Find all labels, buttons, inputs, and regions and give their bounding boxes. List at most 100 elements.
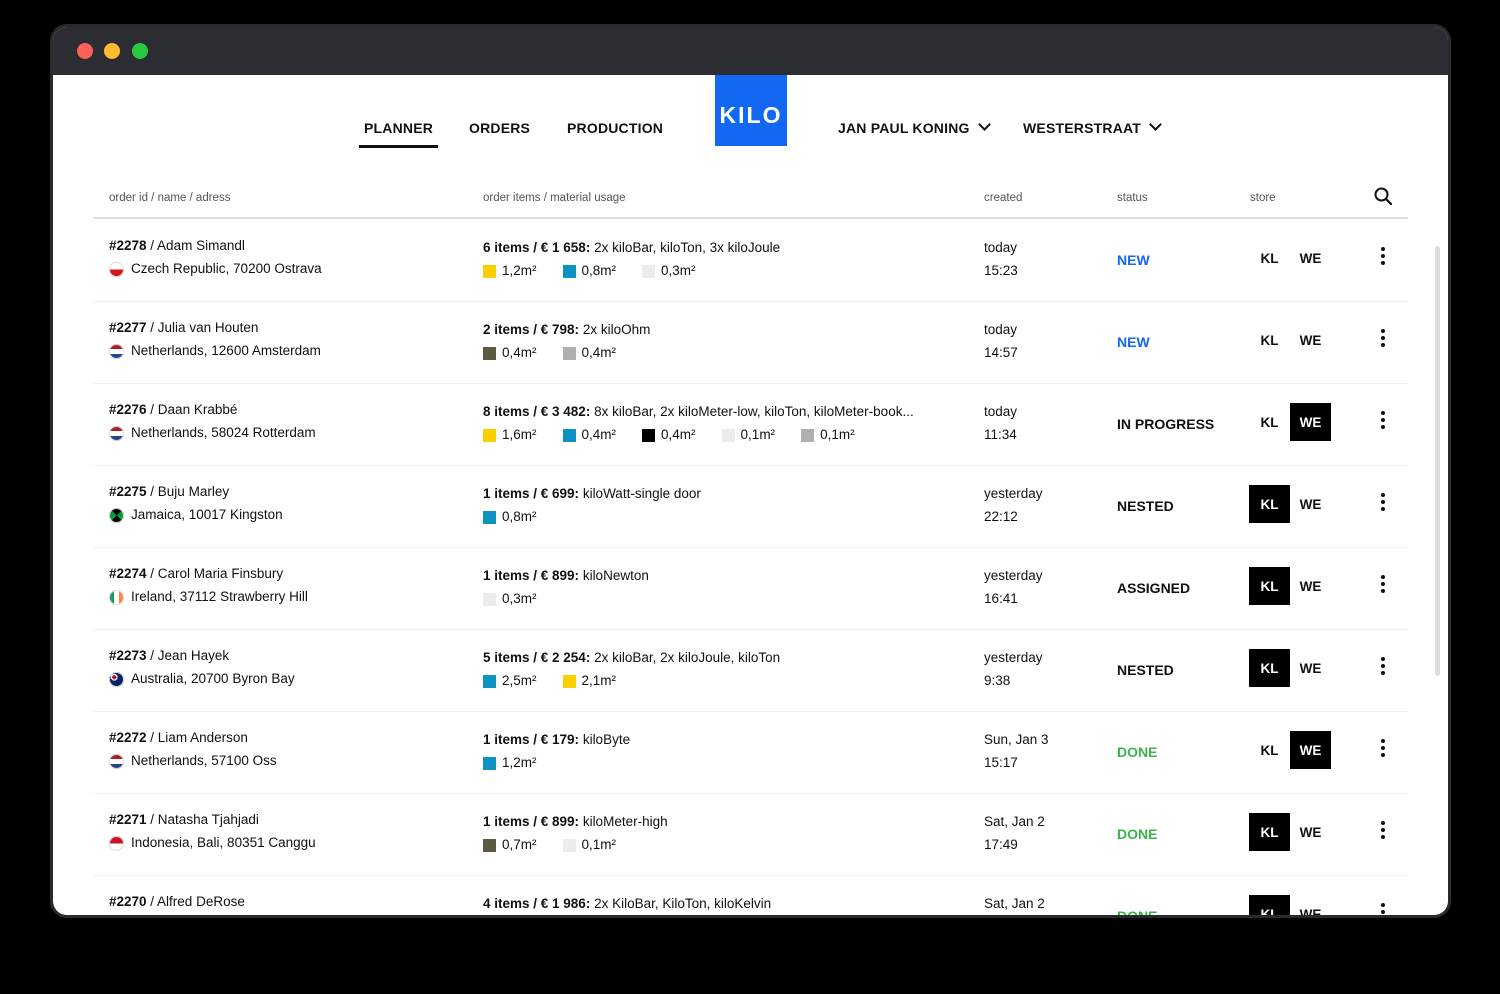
zoom-window-button[interactable] <box>132 43 148 59</box>
table-row[interactable]: #2272 / Liam Anderson Netherlands, 57100… <box>93 711 1408 794</box>
more-options-icon[interactable] <box>1378 821 1388 845</box>
order-items[interactable]: 1 items / € 699: kiloWatt-single door 0,… <box>483 484 953 528</box>
status-badge[interactable]: NESTED <box>1117 498 1174 514</box>
status-badge[interactable]: DONE <box>1117 908 1157 915</box>
order-info[interactable]: #2271 / Natasha Tjahjadi Indonesia, Bali… <box>109 810 316 854</box>
order-info[interactable]: #2274 / Carol Maria Finsbury Ireland, 37… <box>109 564 308 608</box>
order-items[interactable]: 8 items / € 3 482: 8x kiloBar, 2x kiloMe… <box>483 402 953 446</box>
items-summary: 2 items / € 798: <box>483 322 580 337</box>
created-day: yesterday <box>984 650 1043 665</box>
store-toggle-kl[interactable]: KL <box>1249 567 1290 605</box>
kilo-logo[interactable]: KILO <box>715 75 787 146</box>
title-bar <box>53 27 1448 75</box>
table-row[interactable]: #2276 / Daan Krabbé Netherlands, 58024 R… <box>93 383 1408 466</box>
store-toggle-we[interactable]: WE <box>1290 731 1331 769</box>
table-row[interactable]: #2273 / Jean Hayek Australia, 20700 Byro… <box>93 629 1408 712</box>
status-badge[interactable]: ASSIGNED <box>1117 580 1190 596</box>
column-header-status[interactable]: status <box>1117 192 1148 204</box>
more-options-icon[interactable] <box>1378 411 1388 435</box>
status-badge[interactable]: IN PROGRESS <box>1117 416 1214 432</box>
created-day: today <box>984 322 1018 337</box>
order-info[interactable]: #2276 / Daan Krabbé Netherlands, 58024 R… <box>109 400 316 444</box>
store-toggle-we[interactable]: WE <box>1290 813 1331 851</box>
close-window-button[interactable] <box>77 43 93 59</box>
order-items[interactable]: 6 items / € 1 658: 2x kiloBar, kiloTon, … <box>483 238 953 282</box>
column-header-items[interactable]: order items / material usage <box>483 192 626 204</box>
chevron-down-icon <box>1149 118 1162 131</box>
store-toggle-kl[interactable]: KL <box>1249 403 1290 441</box>
created-time: 15:17 <box>984 755 1018 770</box>
created-day: yesterday <box>984 486 1043 501</box>
store-toggle-we[interactable]: WE <box>1290 321 1331 359</box>
status-badge[interactable]: DONE <box>1117 826 1157 842</box>
column-header-order[interactable]: order id / name / adress <box>109 192 230 204</box>
user-menu-dropdown[interactable]: JAN PAUL KONING <box>838 118 991 136</box>
created-day: yesterday <box>984 568 1043 583</box>
created-date: today 14:57 <box>984 320 1018 364</box>
material-usage: 0,3m² <box>483 588 537 610</box>
order-info[interactable]: #2272 / Liam Anderson Netherlands, 57100… <box>109 728 277 772</box>
more-options-icon[interactable] <box>1378 739 1388 763</box>
app-content: PLANNER ORDERS PRODUCTION KILO JAN PAUL … <box>56 75 1445 915</box>
status-badge[interactable]: DONE <box>1117 744 1157 760</box>
table-row[interactable]: #2274 / Carol Maria Finsbury Ireland, 37… <box>93 547 1408 630</box>
status-badge[interactable]: NEW <box>1117 252 1150 268</box>
order-id: #2272 <box>109 730 147 745</box>
order-info[interactable]: #2275 / Buju Marley Jamaica, 10017 Kings… <box>109 482 283 526</box>
store-toggle-kl[interactable]: KL <box>1249 239 1290 277</box>
search-icon[interactable] <box>1374 187 1392 205</box>
material-usage: 0,8m² <box>483 506 537 528</box>
store-toggle-we[interactable]: WE <box>1290 567 1331 605</box>
order-items[interactable]: 1 items / € 899: kiloMeter-high 0,7m² 0,… <box>483 812 953 856</box>
more-options-icon[interactable] <box>1378 329 1388 353</box>
scrollbar[interactable] <box>1435 246 1440 676</box>
country-flag-icon <box>109 589 124 605</box>
store-toggle-kl[interactable]: KL <box>1249 321 1290 359</box>
table-row[interactable]: #2278 / Adam Simandl Czech Republic, 702… <box>93 219 1408 302</box>
order-items[interactable]: 5 items / € 2 254: 2x kiloBar, 2x kiloJo… <box>483 648 953 692</box>
store-toggle-we[interactable]: WE <box>1290 485 1331 523</box>
store-toggle-kl[interactable]: KL <box>1249 649 1290 687</box>
country-flag-icon <box>109 671 124 687</box>
table-row[interactable]: #2270 / Alfred DeRose 4 items / € 1 986:… <box>93 875 1408 915</box>
store-toggle-kl[interactable]: KL <box>1249 731 1290 769</box>
store-toggle-kl[interactable]: KL <box>1249 895 1290 915</box>
minimize-window-button[interactable] <box>104 43 120 59</box>
status-badge[interactable]: NESTED <box>1117 662 1174 678</box>
material-area: 0,4m² <box>581 345 617 360</box>
more-options-icon[interactable] <box>1378 657 1388 681</box>
status-badge[interactable]: NEW <box>1117 334 1150 350</box>
order-info[interactable]: #2273 / Jean Hayek Australia, 20700 Byro… <box>109 646 295 690</box>
location-dropdown[interactable]: WESTERSTRAAT <box>1023 118 1162 136</box>
more-options-icon[interactable] <box>1378 493 1388 517</box>
table-row[interactable]: #2277 / Julia van Houten Netherlands, 12… <box>93 301 1408 384</box>
order-info[interactable]: #2270 / Alfred DeRose <box>109 892 245 915</box>
nav-tab-orders[interactable]: ORDERS <box>469 120 530 136</box>
store-toggle-we[interactable]: WE <box>1290 403 1331 441</box>
country-flag-icon <box>109 425 124 441</box>
order-items[interactable]: 2 items / € 798: 2x kiloOhm 0,4m² 0,4m² <box>483 320 953 364</box>
created-date: yesterday 16:41 <box>984 566 1043 610</box>
material-usage: 1,2m² <box>483 752 537 774</box>
material-area: 0,8m² <box>581 263 617 278</box>
table-row[interactable]: #2271 / Natasha Tjahjadi Indonesia, Bali… <box>93 793 1408 876</box>
more-options-icon[interactable] <box>1378 903 1388 915</box>
order-items[interactable]: 4 items / € 1 986: 2x KiloBar, KiloTon, … <box>483 894 953 915</box>
order-info[interactable]: #2278 / Adam Simandl Czech Republic, 702… <box>109 236 322 280</box>
customer-address: Netherlands, 12600 Amsterdam <box>131 343 321 358</box>
column-header-created[interactable]: created <box>984 192 1022 204</box>
nav-tab-planner[interactable]: PLANNER <box>358 120 439 148</box>
store-toggle-we[interactable]: WE <box>1290 239 1331 277</box>
column-header-store[interactable]: store <box>1250 192 1276 204</box>
store-toggle-kl[interactable]: KL <box>1249 485 1290 523</box>
store-toggle-we[interactable]: WE <box>1290 895 1331 916</box>
nav-tab-production[interactable]: PRODUCTION <box>567 120 663 136</box>
store-toggle-we[interactable]: WE <box>1290 649 1331 687</box>
order-items[interactable]: 1 items / € 899: kiloNewton 0,3m² <box>483 566 953 610</box>
order-items[interactable]: 1 items / € 179: kiloByte 1,2m² <box>483 730 953 774</box>
store-toggle-kl[interactable]: KL <box>1249 813 1290 851</box>
more-options-icon[interactable] <box>1378 575 1388 599</box>
table-row[interactable]: #2275 / Buju Marley Jamaica, 10017 Kings… <box>93 465 1408 548</box>
order-info[interactable]: #2277 / Julia van Houten Netherlands, 12… <box>109 318 321 362</box>
more-options-icon[interactable] <box>1378 247 1388 271</box>
